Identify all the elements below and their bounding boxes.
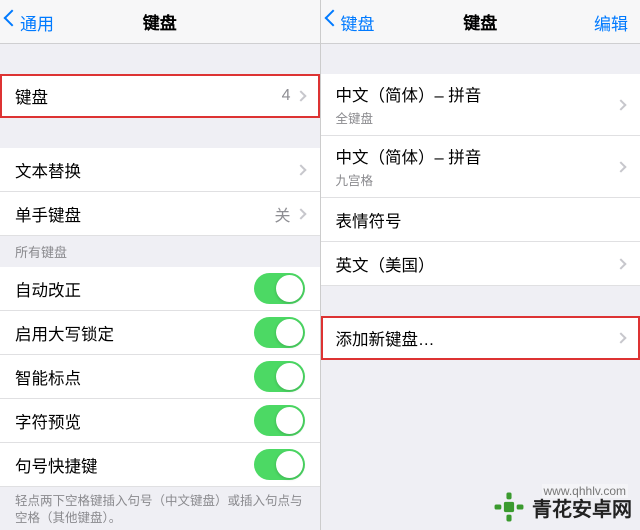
char-preview-row[interactable]: 字符预览 [0,399,320,443]
one-handed-row[interactable]: 单手键盘 关 [0,192,320,236]
smart-punct-toggle[interactable] [254,361,305,392]
auto-correct-toggle[interactable] [254,273,305,304]
chevron-right-icon [295,208,306,219]
chevron-right-icon [615,161,626,172]
right-pane: 键盘 键盘 编辑 中文（简体）– 拼音 全键盘 中文（简体）– 拼音 九宫格 [321,0,640,530]
edit-label: 编辑 [594,10,628,35]
left-navbar: 通用 键盘 [0,0,320,44]
chevron-left-icon [6,12,18,32]
chevron-right-icon [295,90,306,101]
char-preview-toggle[interactable] [254,405,305,436]
keyboard-label: 英文（美国） [336,252,618,276]
auto-correct-row[interactable]: 自动改正 [0,267,320,311]
back-label: 键盘 [341,10,375,35]
keyboard-item-emoji[interactable]: 表情符号 [321,198,640,242]
keyboard-item-cn-9[interactable]: 中文（简体）– 拼音 九宫格 [321,136,640,198]
chevron-right-icon [615,332,626,343]
keyboard-item-en-us[interactable]: 英文（美国） [321,242,640,286]
edit-button[interactable]: 编辑 [594,0,628,44]
keyboards-count: 4 [282,87,291,105]
period-shortcut-toggle[interactable] [254,449,305,480]
chevron-left-icon [327,12,339,32]
keyboard-label: 中文（简体）– 拼音 九宫格 [336,144,618,189]
keyboards-row[interactable]: 键盘 4 [0,74,320,118]
one-handed-value: 关 [274,202,290,226]
char-preview-label: 字符预览 [15,409,254,433]
text-replacement-label: 文本替换 [15,158,297,182]
left-content: 键盘 4 文本替换 单手键盘 关 所有键盘 自动改正 启用大写锁定 [0,44,320,530]
chevron-right-icon [615,99,626,110]
back-button-keyboards[interactable]: 键盘 [327,0,375,44]
period-shortcut-row[interactable]: 句号快捷键 [0,443,320,487]
right-content: 中文（简体）– 拼音 全键盘 中文（简体）– 拼音 九宫格 表情符号 英文（美国… [321,44,640,530]
caps-lock-row[interactable]: 启用大写锁定 [0,311,320,355]
keyboard-label: 表情符号 [336,208,626,232]
back-button-general[interactable]: 通用 [6,0,54,44]
keyboards-label: 键盘 [15,84,282,108]
smart-punct-label: 智能标点 [15,365,254,389]
auto-correct-label: 自动改正 [15,277,254,301]
left-nav-title: 键盘 [143,9,177,34]
left-pane: 通用 键盘 键盘 4 文本替换 单手键盘 关 所有键盘 自动改 [0,0,321,530]
smart-punct-row[interactable]: 智能标点 [0,355,320,399]
back-label: 通用 [20,10,54,35]
right-navbar: 键盘 键盘 编辑 [321,0,640,44]
chevron-right-icon [295,164,306,175]
chevron-right-icon [615,258,626,269]
add-new-keyboard-row[interactable]: 添加新键盘… [321,316,640,360]
keyboard-label: 中文（简体）– 拼音 全键盘 [336,82,618,127]
period-shortcut-footer: 轻点两下空格键插入句号（中文键盘）或插入句点与空格（其他键盘）。 [0,487,320,530]
add-new-keyboard-label: 添加新键盘… [336,326,618,350]
right-nav-title: 键盘 [463,9,497,34]
text-replacement-row[interactable]: 文本替换 [0,148,320,192]
one-handed-label: 单手键盘 [15,202,274,226]
caps-lock-toggle[interactable] [254,317,305,348]
all-keyboards-header: 所有键盘 [0,236,320,267]
caps-lock-label: 启用大写锁定 [15,321,254,345]
period-shortcut-label: 句号快捷键 [15,453,254,477]
keyboard-item-cn-full[interactable]: 中文（简体）– 拼音 全键盘 [321,74,640,136]
